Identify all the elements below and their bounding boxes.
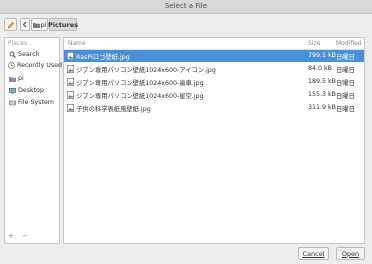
cancel-button[interactable]: Cancel xyxy=(298,247,329,260)
file-modified: 日曜日 xyxy=(336,67,355,74)
home-folder-icon xyxy=(8,75,16,83)
file-modified: 日曜日 xyxy=(336,80,355,87)
remove-bookmark-button[interactable]: − xyxy=(22,232,28,240)
open-button[interactable]: Open xyxy=(336,247,365,260)
cancel-label: Cancel xyxy=(302,249,325,258)
places-sidebar: Places Search Recently Used pi Desktop F… xyxy=(4,37,63,244)
file-row[interactable]: ジブン専用パソコン壁紙1024x600-歯車.jpg 189.5 kB 日曜日 xyxy=(64,76,364,88)
file-modified: 日曜日 xyxy=(336,106,355,113)
path-label-pi: pi xyxy=(40,20,47,29)
sidebar-item-label: Desktop xyxy=(18,87,44,94)
file-size: 799.1 kB xyxy=(308,52,336,59)
places-header: Places xyxy=(8,40,28,47)
file-row[interactable]: ジブン専用パソコン壁紙1024x600-星空.jpg 155.3 kB 日曜日 xyxy=(64,89,364,101)
file-name: RasPiロゴ壁紙.jpg xyxy=(76,54,130,61)
column-header-name[interactable]: Name xyxy=(68,40,86,47)
add-bookmark-button[interactable]: + xyxy=(8,232,14,240)
image-file-icon xyxy=(67,52,74,60)
back-button[interactable] xyxy=(20,18,30,31)
pencil-icon xyxy=(7,21,14,28)
column-header-modified[interactable]: Modified xyxy=(336,40,362,47)
sidebar-item-pi[interactable]: pi xyxy=(5,73,59,84)
file-list: Name Size Modified RasPiロゴ壁紙.jpg 799.1 k… xyxy=(63,37,365,244)
sidebar-item-label: pi xyxy=(18,75,24,82)
file-size: 84.0 kB xyxy=(308,65,332,72)
file-name: ジブン専用パソコン壁紙1024x600-アイコン.jpg xyxy=(76,67,216,74)
file-modified: 日曜日 xyxy=(336,93,355,100)
desktop-icon xyxy=(8,87,16,95)
file-row[interactable]: 子供の科学表紙風壁紙.jpg 311.9 kB 日曜日 xyxy=(64,102,364,114)
edit-location-button[interactable] xyxy=(4,18,17,31)
sidebar-item-label: Search xyxy=(18,51,40,58)
image-file-icon xyxy=(67,78,74,86)
sidebar-item-label: File System xyxy=(18,99,55,106)
chevron-left-icon xyxy=(22,21,27,28)
file-size: 155.3 kB xyxy=(308,91,336,98)
path-button-pictures[interactable]: Pictures xyxy=(47,18,79,31)
file-size: 311.9 kB xyxy=(308,104,336,111)
sidebar-controls: + − xyxy=(8,232,28,240)
path-button-pi[interactable]: pi xyxy=(31,18,48,31)
column-header-size[interactable]: Size xyxy=(308,40,320,47)
file-chooser-window: Select a File pi Pictures Places Search … xyxy=(0,0,372,264)
sidebar-item-desktop[interactable]: Desktop xyxy=(5,85,59,96)
toolbar: pi Pictures xyxy=(0,14,372,36)
path-label-pictures: Pictures xyxy=(47,20,79,29)
file-row[interactable]: RasPiロゴ壁紙.jpg 799.1 kB 日曜日 xyxy=(64,50,364,62)
folder-icon xyxy=(32,22,40,28)
sidebar-item-search[interactable]: Search xyxy=(5,49,59,60)
file-name: 子供の科学表紙風壁紙.jpg xyxy=(76,106,151,113)
image-file-icon xyxy=(67,91,74,99)
image-file-icon xyxy=(67,65,74,73)
open-label: Open xyxy=(341,249,360,258)
file-size: 189.5 kB xyxy=(308,78,336,85)
image-file-icon xyxy=(67,104,74,112)
search-icon xyxy=(8,51,16,59)
title-bar[interactable]: Select a File xyxy=(0,0,372,14)
file-name: ジブン専用パソコン壁紙1024x600-星空.jpg xyxy=(76,93,204,100)
clock-icon xyxy=(8,62,15,70)
window-title: Select a File xyxy=(164,2,208,10)
drive-icon xyxy=(8,99,16,107)
file-list-header: Name Size Modified xyxy=(64,38,364,50)
sidebar-item-label: Recently Used xyxy=(17,62,63,69)
sidebar-item-recent[interactable]: Recently Used xyxy=(5,60,63,71)
sidebar-item-filesystem[interactable]: File System xyxy=(5,97,59,108)
file-name: ジブン専用パソコン壁紙1024x600-歯車.jpg xyxy=(76,80,204,87)
file-modified: 日曜日 xyxy=(336,54,355,61)
file-row[interactable]: ジブン専用パソコン壁紙1024x600-アイコン.jpg 84.0 kB 日曜日 xyxy=(64,63,364,75)
